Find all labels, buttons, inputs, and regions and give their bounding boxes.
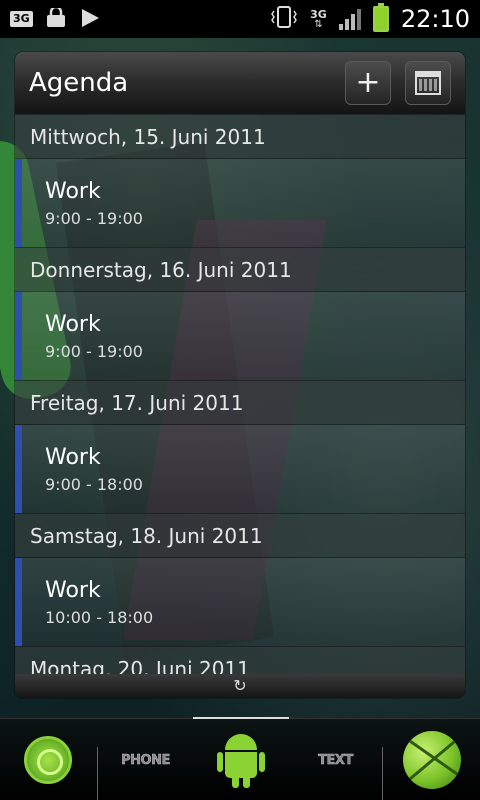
open-calendar-button[interactable] (405, 61, 451, 105)
day-header: Donnerstag, 16. Juni 2011 (15, 247, 465, 291)
day-header: Montag, 20. Juni 2011 (15, 646, 465, 674)
event-time: 9:00 - 19:00 (45, 209, 143, 228)
calendar-icon (415, 71, 441, 95)
globe-icon (402, 731, 461, 789)
widget-header: Agenda + (15, 52, 465, 114)
day-header: Samstag, 18. Juni 2011 (15, 513, 465, 557)
data-transfer-icon: 3G ⇅ (310, 7, 327, 30)
status-bar: 3G 3G ⇅ 22:10 (0, 0, 480, 38)
clock: 22:10 (400, 5, 470, 33)
app-icon (24, 736, 72, 784)
event-time: 10:00 - 18:00 (45, 608, 154, 627)
event-title: Work (45, 445, 101, 470)
dock-app-left[interactable] (0, 719, 96, 800)
event-title: Work (45, 312, 101, 337)
app-drawer-button[interactable] (193, 719, 289, 800)
phone-label: PHONE (121, 752, 171, 768)
add-event-button[interactable]: + (345, 61, 391, 105)
agenda-widget: Agenda + Mittwoch, 15. Juni 2011 Work 9:… (15, 52, 465, 698)
dock: PHONE TEXT (0, 717, 480, 800)
plus-icon: + (355, 65, 381, 100)
event-item[interactable]: Work 9:00 - 19:00 (15, 158, 465, 247)
phone-button[interactable]: PHONE (98, 719, 193, 800)
event-item[interactable]: Work 9:00 - 19:00 (15, 291, 465, 380)
widget-title[interactable]: Agenda (29, 68, 128, 98)
refresh-icon[interactable]: ↻ (233, 678, 246, 694)
event-title: Work (45, 578, 101, 603)
day-header: Freitag, 17. Juni 2011 (15, 380, 465, 424)
lock-icon (45, 5, 67, 31)
event-item[interactable]: Work 10:00 - 18:00 (15, 557, 465, 646)
browser-button[interactable] (383, 719, 480, 800)
sim-3g-icon: 3G (10, 11, 33, 27)
battery-icon (372, 3, 389, 32)
day-header: Mittwoch, 15. Juni 2011 (15, 114, 465, 158)
event-item[interactable]: Work 9:00 - 18:00 (15, 424, 465, 513)
text-button[interactable]: TEXT (289, 719, 382, 800)
text-label: TEXT (318, 752, 354, 768)
event-time: 9:00 - 18:00 (45, 475, 143, 494)
agenda-list[interactable]: Mittwoch, 15. Juni 2011 Work 9:00 - 19:0… (15, 114, 465, 674)
event-title: Work (45, 179, 101, 204)
vibrate-icon (270, 5, 298, 33)
widget-footer: ↻ (15, 674, 465, 698)
android-icon (217, 732, 265, 788)
signal-icon (338, 8, 361, 30)
event-time: 9:00 - 19:00 (45, 342, 143, 361)
play-icon (79, 7, 101, 32)
